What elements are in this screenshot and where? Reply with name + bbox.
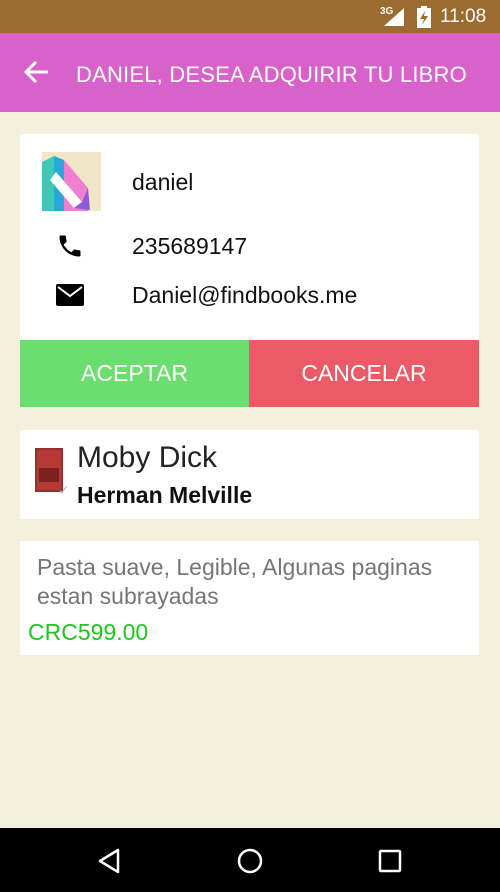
check-icon: ✓ bbox=[58, 482, 70, 498]
book-title: Moby Dick bbox=[77, 441, 218, 474]
avatar bbox=[42, 152, 101, 211]
nav-back-icon[interactable] bbox=[96, 847, 124, 875]
contact-name: daniel bbox=[132, 169, 194, 195]
clock: 11:08 bbox=[440, 6, 487, 27]
book-price: CRC599.00 bbox=[28, 619, 149, 645]
book-author: Herman Melville bbox=[77, 482, 253, 508]
status-bar: 3G 11:08 bbox=[0, 0, 500, 33]
book-card[interactable]: ✓ Moby Dick Herman Melville bbox=[20, 430, 479, 519]
nav-home-icon[interactable] bbox=[236, 847, 264, 875]
phone-icon bbox=[59, 235, 81, 257]
system-nav-bar bbox=[0, 828, 500, 892]
signal-icon bbox=[384, 8, 404, 26]
page-title: DANIEL, DESEA ADQUIRIR TU LIBRO bbox=[76, 62, 467, 87]
app-bar: DANIEL, DESEA ADQUIRIR TU LIBRO bbox=[0, 33, 500, 112]
contact-email: Daniel@findbooks.me bbox=[132, 282, 358, 308]
mail-icon bbox=[56, 284, 84, 306]
listing-card: Pasta suave, Legible, Algunas paginas es… bbox=[20, 541, 479, 655]
book-condition-description: Pasta suave, Legible, Algunas paginas es… bbox=[37, 554, 433, 609]
contact-phone: 235689147 bbox=[132, 233, 248, 259]
accept-button[interactable]: ACEPTAR bbox=[20, 340, 249, 407]
contact-card: daniel 235689147 Daniel@findbooks.me bbox=[20, 134, 479, 340]
back-arrow-icon[interactable] bbox=[22, 57, 52, 87]
cancel-button[interactable]: CANCELAR bbox=[249, 340, 479, 407]
nav-recent-icon[interactable] bbox=[377, 848, 403, 874]
battery-icon bbox=[417, 6, 431, 28]
